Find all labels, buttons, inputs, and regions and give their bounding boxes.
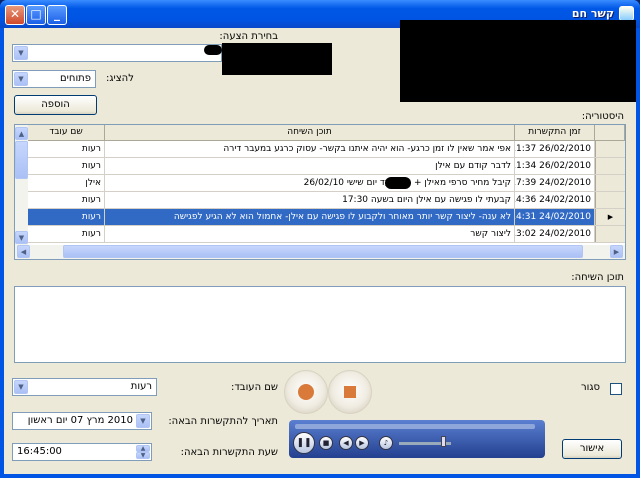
content-label: תוכן השיחה: <box>571 272 624 283</box>
next-date-value: 2010 מרץ 07 יום ראשון <box>27 415 133 426</box>
table-row[interactable]: 26/02/2010 11:34 לדבר קודם עם אילן רעות <box>28 158 625 175</box>
chevron-down-icon[interactable]: ▼ <box>136 414 150 428</box>
cell-worker: רעות <box>28 192 105 208</box>
cell-content: לדבר קודם עם אילן <box>105 158 515 174</box>
media-player: ❚❚ ■ ◀ ▶ ♪ <box>289 420 545 458</box>
next-date-label: תאריך להתקשרות הבאה: <box>168 416 278 427</box>
offer-select[interactable]: ▼ <box>12 44 222 62</box>
chevron-down-icon[interactable]: ▼ <box>14 72 28 86</box>
show-select-value: פתוחים <box>60 73 91 84</box>
chevron-down-icon[interactable]: ▼ <box>14 380 28 394</box>
cell-time: 24/02/2010 14:31 <box>515 209 595 225</box>
table-row[interactable]: 26/02/2010 11:37 אפי אמר שאין לו זמן כרג… <box>28 141 625 158</box>
next-date-picker[interactable]: ▼ 2010 מרץ 07 יום ראשון <box>12 412 152 430</box>
redaction-box-large <box>400 20 636 102</box>
chevron-down-icon[interactable]: ▼ <box>136 452 150 459</box>
col-header-content[interactable]: תוכן השיחה <box>105 125 515 141</box>
offer-label: בחירת הצעה: <box>219 31 278 42</box>
vertical-scrollbar[interactable]: ▲ ▼ <box>15 125 28 245</box>
redaction-blob <box>204 45 222 55</box>
horizontal-scrollbar[interactable]: ◀ ▶ <box>15 245 625 259</box>
row-header[interactable] <box>595 226 625 242</box>
next-icon[interactable]: ▶ <box>355 436 369 450</box>
scroll-thumb[interactable] <box>15 141 28 179</box>
next-time-input[interactable]: ▲ ▼ 16:45:00 <box>12 443 152 461</box>
row-header[interactable] <box>595 175 625 191</box>
maximize-button[interactable]: □ <box>26 5 46 25</box>
cell-content: קיבל מחיר סרפי מאילן + מעמ עד יום שישי 2… <box>105 175 515 191</box>
cell-time: 26/02/2010 11:37 <box>515 141 595 157</box>
table-row[interactable]: 24/02/2010 13:02 ליצור קשר רעות <box>28 226 625 243</box>
cell-content: לא ענה- ליצור קשר יותר מאוחר ולקבוע לו פ… <box>105 209 515 225</box>
col-header-time[interactable]: זמן התקשרות <box>515 125 595 141</box>
worker-label: שם העובד: <box>230 382 278 393</box>
stop-icon[interactable]: ■ <box>319 436 333 450</box>
app-icon <box>619 6 634 21</box>
cell-time: 24/02/2010 17:39 <box>515 175 595 191</box>
cell-time: 24/02/2010 14:36 <box>515 192 595 208</box>
cell-worker: רעות <box>28 158 105 174</box>
minimize-button[interactable]: _ <box>47 5 67 25</box>
ok-button[interactable]: אישור <box>562 439 622 459</box>
table-row[interactable]: 24/02/2010 17:39 קיבל מחיר סרפי מאילן + … <box>28 175 625 192</box>
volume-icon[interactable]: ♪ <box>379 436 393 450</box>
chevron-up-icon[interactable]: ▲ <box>15 127 28 140</box>
row-header[interactable] <box>595 158 625 174</box>
history-label: היסטוריה: <box>581 111 624 122</box>
cell-worker: רעות <box>28 226 105 242</box>
worker-select-value: רעות <box>130 381 152 392</box>
history-grid[interactable]: זמן התקשרות תוכן השיחה שם עובד 26/02/201… <box>14 124 626 260</box>
cell-content: אפי אמר שאין לו זמן כרגע- הוא יהיה איתנו… <box>105 141 515 157</box>
show-label: להציג: <box>106 73 134 84</box>
row-header[interactable] <box>595 141 625 157</box>
cell-worker: אילן <box>28 175 105 191</box>
show-select[interactable]: ▼ פתוחים <box>12 70 96 88</box>
stop-icon <box>344 386 356 398</box>
close-button[interactable]: ✕ <box>5 5 25 25</box>
pause-icon[interactable]: ❚❚ <box>293 432 315 454</box>
redaction-box <box>222 43 332 75</box>
chevron-right-icon[interactable]: ▶ <box>610 245 623 258</box>
app-window: ✕ □ _ קשר חם בחירת הצעה: ▼ להציג: ▼ פתוח… <box>0 0 640 478</box>
seek-bar[interactable] <box>295 424 535 429</box>
cell-worker: רעות <box>28 209 105 225</box>
content-textarea[interactable] <box>14 286 626 363</box>
next-time-value: 16:45:00 <box>17 446 62 457</box>
chevron-up-icon[interactable]: ▲ <box>136 445 150 452</box>
record-button[interactable] <box>284 370 328 414</box>
worker-select[interactable]: ▼ רעות <box>12 378 157 396</box>
cell-time: 24/02/2010 13:02 <box>515 226 595 242</box>
volume-thumb[interactable] <box>441 436 446 447</box>
next-time-label: שעת התקשרות הבאה: <box>180 447 278 458</box>
client-area: בחירת הצעה: ▼ להציג: ▼ פתוחים הוספה היסט… <box>4 20 636 474</box>
row-header[interactable] <box>595 192 625 208</box>
cell-content: קבעתי לו פגישה עם אילן היום בשעה 17:30 <box>105 192 515 208</box>
closed-label: סגור <box>581 382 600 393</box>
row-header[interactable]: ▶ <box>595 209 625 225</box>
scroll-thumb[interactable] <box>63 245 583 258</box>
cell-time: 26/02/2010 11:34 <box>515 158 595 174</box>
table-row-selected[interactable]: 24/02/2010 14:31 לא ענה- ליצור קשר יותר … <box>28 209 625 226</box>
chevron-down-icon[interactable]: ▼ <box>15 231 28 244</box>
corner-header <box>595 125 625 141</box>
cell-content: ליצור קשר <box>105 226 515 242</box>
col-header-worker[interactable]: שם עובד <box>28 125 105 141</box>
previous-icon[interactable]: ◀ <box>339 436 353 450</box>
window-title: קשר חם <box>571 7 614 20</box>
table-row[interactable]: 24/02/2010 14:36 קבעתי לו פגישה עם אילן … <box>28 192 625 209</box>
cell-worker: רעות <box>28 141 105 157</box>
stop-button[interactable] <box>328 370 372 414</box>
redaction-blob <box>385 177 411 189</box>
chevron-down-icon[interactable]: ▼ <box>14 46 28 60</box>
triangle-right-icon: ▶ <box>607 213 614 221</box>
record-icon <box>298 384 314 400</box>
closed-checkbox[interactable] <box>610 383 622 395</box>
add-button[interactable]: הוספה <box>14 95 97 115</box>
chevron-left-icon[interactable]: ◀ <box>17 245 30 258</box>
